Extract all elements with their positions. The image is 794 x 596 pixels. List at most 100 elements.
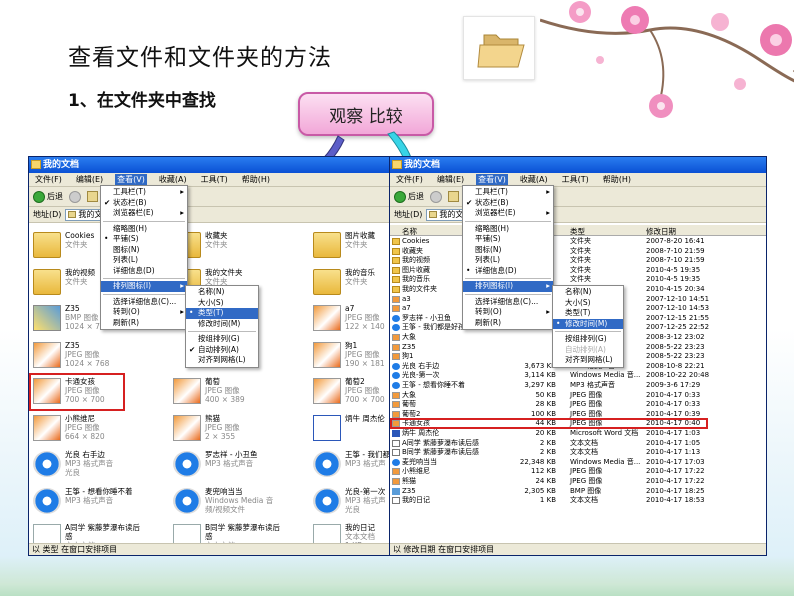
menu-item[interactable]: 大小(S) <box>553 298 623 309</box>
menu-item[interactable]: 刷新(R) <box>463 318 553 329</box>
menu-item[interactable]: 选择详细信息(C)... <box>101 297 187 308</box>
menu-item[interactable]: 按组排列(G) <box>186 334 258 345</box>
menu-item[interactable]: 查看(V) <box>115 174 147 185</box>
table-row[interactable]: 王筝 - 想看你睡不着 3,297 KB MP3 格式声音 2009-3-6 17:2… <box>390 381 766 391</box>
menu-item[interactable]: 图标(N) <box>463 245 553 256</box>
menu-item[interactable]: • 详细信息(D) <box>463 266 553 277</box>
file-tile[interactable]: 熊猫 JPEG 图像 2 × 355 <box>171 412 281 448</box>
table-row[interactable]: Z35 2,305 KB BMP 图像 2010-4-17 18:25 <box>390 487 766 497</box>
file-tile[interactable]: 光良-第一次 MP3 格式声 光良 <box>311 485 389 521</box>
file-tile[interactable]: 光良 右手边 MP3 格式声音 光良 <box>31 448 141 484</box>
file-tile[interactable]: 葡萄 JPEG 图像 400 × 389 <box>171 375 281 411</box>
menu-bar: 文件(F) 编辑(E) 查看(V) 收藏(A) 工具(T) 帮助(H) <box>29 173 389 187</box>
menu-item[interactable]: 平铺(S) <box>463 234 553 245</box>
menu-item[interactable]: 按组排列(G) <box>553 334 623 345</box>
column-header-type[interactable]: 类型 <box>570 226 585 237</box>
menu-item[interactable]: 对齐到网格(L) <box>553 355 623 366</box>
menu-item[interactable]: 名称(N) <box>553 287 623 298</box>
menu-item[interactable]: 缩略图(H) <box>463 224 553 235</box>
table-row[interactable]: 熊猫 24 KB JPEG 图像 2010-4-17 17:22 <box>390 477 766 487</box>
table-row[interactable]: 收藏夹 文件夹 2008-7-10 21:59 <box>390 247 766 257</box>
file-tile[interactable]: Z35 JPEG 图像 1024 × 768 <box>31 339 141 375</box>
table-row[interactable]: Cookies 文件夹 2007-8-20 16:41 <box>390 237 766 247</box>
up-folder-icon[interactable] <box>87 191 98 202</box>
menu-item[interactable]: 查看(V) <box>476 174 508 185</box>
file-tile[interactable]: 王筝 - 我们都 MP3 格式声 <box>311 448 389 484</box>
menu-item[interactable]: 缩略图(H) <box>101 224 187 235</box>
menu-item[interactable]: 转到(O) ▸ <box>101 307 187 318</box>
menu-item[interactable]: 刷新(R) <box>101 318 187 329</box>
back-button[interactable]: 后退 <box>33 190 63 203</box>
menu-item[interactable]: 编辑(E) <box>74 174 105 185</box>
table-row[interactable]: 大象 50 KB JPEG 图像 2010-4-17 0:33 <box>390 391 766 401</box>
menu-item[interactable]: 选择详细信息(C)... <box>463 297 553 308</box>
menu-item[interactable]: 收藏(A) <box>518 174 550 185</box>
file-tile[interactable]: 王筝 - 想看你睡不着 MP3 格式声音 <box>31 485 141 521</box>
menu-item[interactable]: 转到(O) ▸ <box>463 307 553 318</box>
menu-item[interactable]: 修改时间(M) <box>186 319 258 330</box>
menu-item[interactable]: 类型(T) <box>553 308 623 319</box>
table-row[interactable]: B同学 紫藤萝瀑布读后感 2 KB 文本文档 2010-4-17 1:13 <box>390 448 766 458</box>
menu-item[interactable]: 排列图标(I) ▸ <box>463 281 553 292</box>
submenu-arrow-icon: ▸ <box>546 208 550 217</box>
menu-item[interactable]: 列表(L) <box>463 255 553 266</box>
menu-item[interactable]: 文件(F) <box>33 174 64 185</box>
table-row[interactable]: 光良-第一次 3,114 KB Windows Media 音... 2008-10-… <box>390 371 766 381</box>
menu-item[interactable]: • 修改时间(M) <box>553 318 623 329</box>
file-tile[interactable]: 葡萄2 JPEG 图像 700 × 700 <box>311 375 389 411</box>
file-tile[interactable]: a7 JPEG 图像 122 × 140 <box>311 302 389 338</box>
menu-item[interactable]: 名称(N) <box>186 287 258 298</box>
table-row[interactable]: 我的音乐 文件夹 2010-4-5 19:35 <box>390 275 766 285</box>
table-row[interactable]: 小熊维尼 112 KB JPEG 图像 2010-4-17 17:22 <box>390 467 766 477</box>
menu-item[interactable]: 大小(S) <box>186 298 258 309</box>
forward-button[interactable] <box>430 190 442 203</box>
menu-item[interactable]: 排列图标(I) ▸ <box>101 281 187 292</box>
file-tile[interactable]: 炳牛 周杰伦 <box>311 412 389 448</box>
table-row[interactable]: 葡萄 28 KB JPEG 图像 2010-4-17 0:33 <box>390 400 766 410</box>
menu-item[interactable]: 图标(N) <box>101 245 187 256</box>
menu-item[interactable]: 列表(L) <box>101 255 187 266</box>
menu-item[interactable]: 工具(T) <box>199 174 230 185</box>
menu-item[interactable]: 详细信息(D) <box>101 266 187 277</box>
menu-item[interactable]: • 类型(T) <box>186 308 258 319</box>
file-tile[interactable]: 罗志祥 - 小丑鱼 MP3 格式声音 <box>171 448 281 484</box>
table-row[interactable]: 炳牛 周杰伦 20 KB Microsoft Word 文档 2010-4-17 1:… <box>390 429 766 439</box>
media-icon <box>313 487 341 514</box>
table-row[interactable]: 我的视频 文件夹 2008-7-10 21:59 <box>390 256 766 266</box>
menu-item[interactable]: 浏览器栏(E) ▸ <box>463 208 553 219</box>
menu-item[interactable]: 帮助(H) <box>601 174 633 185</box>
menu-item[interactable]: 对齐到网格(L) <box>186 355 258 366</box>
menu-item[interactable]: ✔ 状态栏(B) <box>101 198 187 209</box>
table-row[interactable]: A同学 紫藤萝瀑布读后感 2 KB 文本文档 2010-4-17 1:05 <box>390 439 766 449</box>
menu-item[interactable]: 工具栏(T) ▸ <box>101 187 187 198</box>
file-tile[interactable]: 麦兜响当当 Windows Media 音频/视频文件 <box>171 485 281 521</box>
cell-date: 2008-10-8 22:21 <box>646 361 705 370</box>
table-row[interactable]: 我的日记 1 KB 文本文档 2010-4-17 18:53 <box>390 496 766 506</box>
menu-item[interactable]: 工具(T) <box>560 174 591 185</box>
menu-item[interactable]: 收藏(A) <box>157 174 189 185</box>
menu-item[interactable]: 帮助(H) <box>240 174 272 185</box>
menu-item[interactable]: 自动排列(A) <box>553 345 623 356</box>
window-titlebar[interactable]: 我的文档 <box>390 157 766 173</box>
column-header-name[interactable]: 名称 <box>402 226 417 237</box>
menu-item[interactable]: 编辑(E) <box>435 174 466 185</box>
submenu-arrow-icon: ▸ <box>546 307 550 316</box>
menu-item-mark: • <box>466 265 471 275</box>
forward-button[interactable] <box>69 190 81 203</box>
menu-item[interactable]: ✔ 自动排列(A) <box>186 345 258 356</box>
file-tile[interactable]: 狗1 JPEG 图像 190 × 181 <box>311 339 389 375</box>
up-folder-icon[interactable] <box>448 191 459 202</box>
window-titlebar[interactable]: 我的文档 <box>29 157 389 173</box>
table-row[interactable]: 麦兜响当当 22,348 KB Windows Media 音... 2010-4-1… <box>390 458 766 468</box>
menu-item[interactable]: 文件(F) <box>394 174 425 185</box>
file-tile[interactable]: 我的音乐 文件夹 <box>311 266 389 302</box>
menu-item[interactable]: 工具栏(T) ▸ <box>463 187 553 198</box>
file-tile[interactable]: 小熊维尼 JPEG 图像 664 × 820 <box>31 412 141 448</box>
back-button[interactable]: 后退 <box>394 190 424 203</box>
file-tile[interactable]: 图片收藏 文件夹 <box>311 229 389 265</box>
column-header-date[interactable]: 修改日期 <box>646 226 676 237</box>
menu-item[interactable]: ✔ 状态栏(B) <box>463 198 553 209</box>
menu-item[interactable]: • 平铺(S) <box>101 234 187 245</box>
menu-item[interactable]: 浏览器栏(E) ▸ <box>101 208 187 219</box>
table-row[interactable]: 图片收藏 文件夹 2010-4-5 19:35 <box>390 266 766 276</box>
